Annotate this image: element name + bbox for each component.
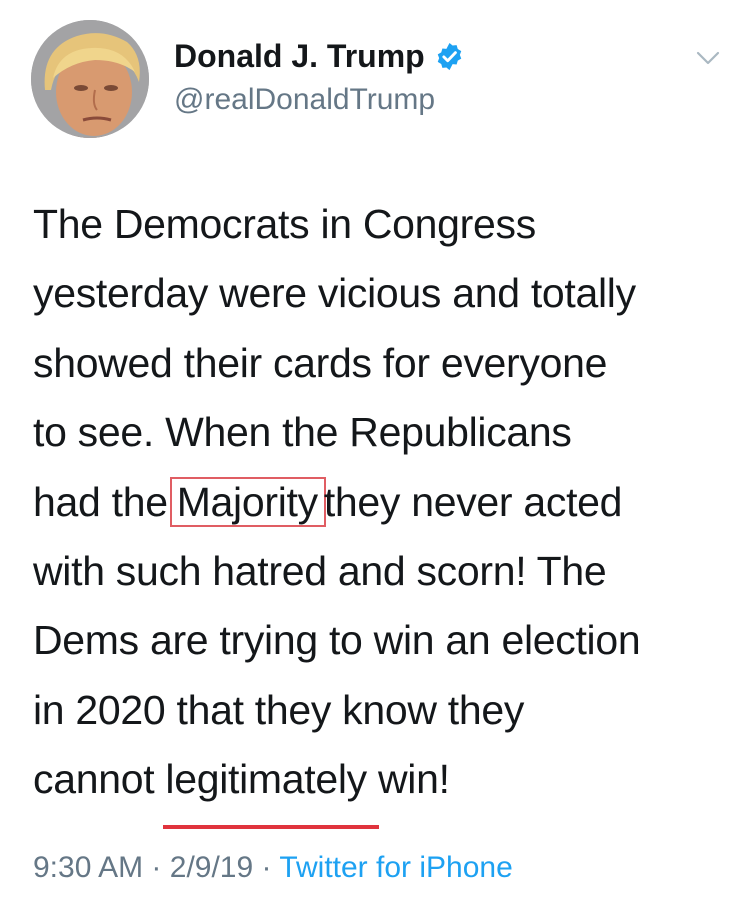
tweet-meta: 9:30 AM · 2/9/19 · Twitter for iPhone — [33, 848, 513, 888]
avatar-photo — [31, 20, 149, 138]
tweet-line: had the Majority they never acted — [33, 468, 723, 537]
tweet-line: showed their cards for everyone — [33, 339, 608, 386]
tweet-line: cannot legitimately win! — [33, 745, 723, 830]
tweet-line: to see. When the Republicans — [33, 409, 572, 456]
underlined-word: legitimately — [163, 745, 380, 830]
author-handle[interactable]: @realDonaldTrump — [174, 82, 435, 118]
chevron-down-icon[interactable] — [695, 49, 721, 67]
tweet-line: in 2020 that they know they — [33, 686, 525, 733]
tweet-source-link[interactable]: Twitter for iPhone — [279, 851, 512, 884]
tweet-text-fragment: had the — [33, 478, 168, 525]
meta-separator: · — [261, 851, 272, 884]
tweet-line: yesterday were vicious and totally — [33, 270, 636, 317]
tweet-date[interactable]: 2/9/19 — [170, 851, 253, 884]
tweet-text-fragment: win! — [366, 756, 450, 803]
tweet-line: with such hatred and scorn! The — [33, 548, 607, 595]
avatar[interactable] — [31, 20, 149, 138]
tweet-text: The Democrats in Congress yesterday were… — [33, 190, 723, 830]
author-name[interactable]: Donald J. Trump — [174, 38, 425, 74]
tweet-line: The Democrats in Congress — [33, 201, 536, 247]
tweet-text-fragment: cannot — [33, 756, 166, 803]
tweet-text-fragment: they never acted — [323, 478, 623, 525]
highlighted-word-box: Majority — [169, 476, 326, 527]
meta-separator: · — [151, 851, 162, 884]
author-name-row[interactable]: Donald J. Trump — [174, 38, 465, 74]
tweet-line: Dems are trying to win an election — [33, 617, 641, 664]
tweet-time[interactable]: 9:30 AM — [33, 851, 143, 884]
verified-badge-icon — [437, 42, 461, 70]
